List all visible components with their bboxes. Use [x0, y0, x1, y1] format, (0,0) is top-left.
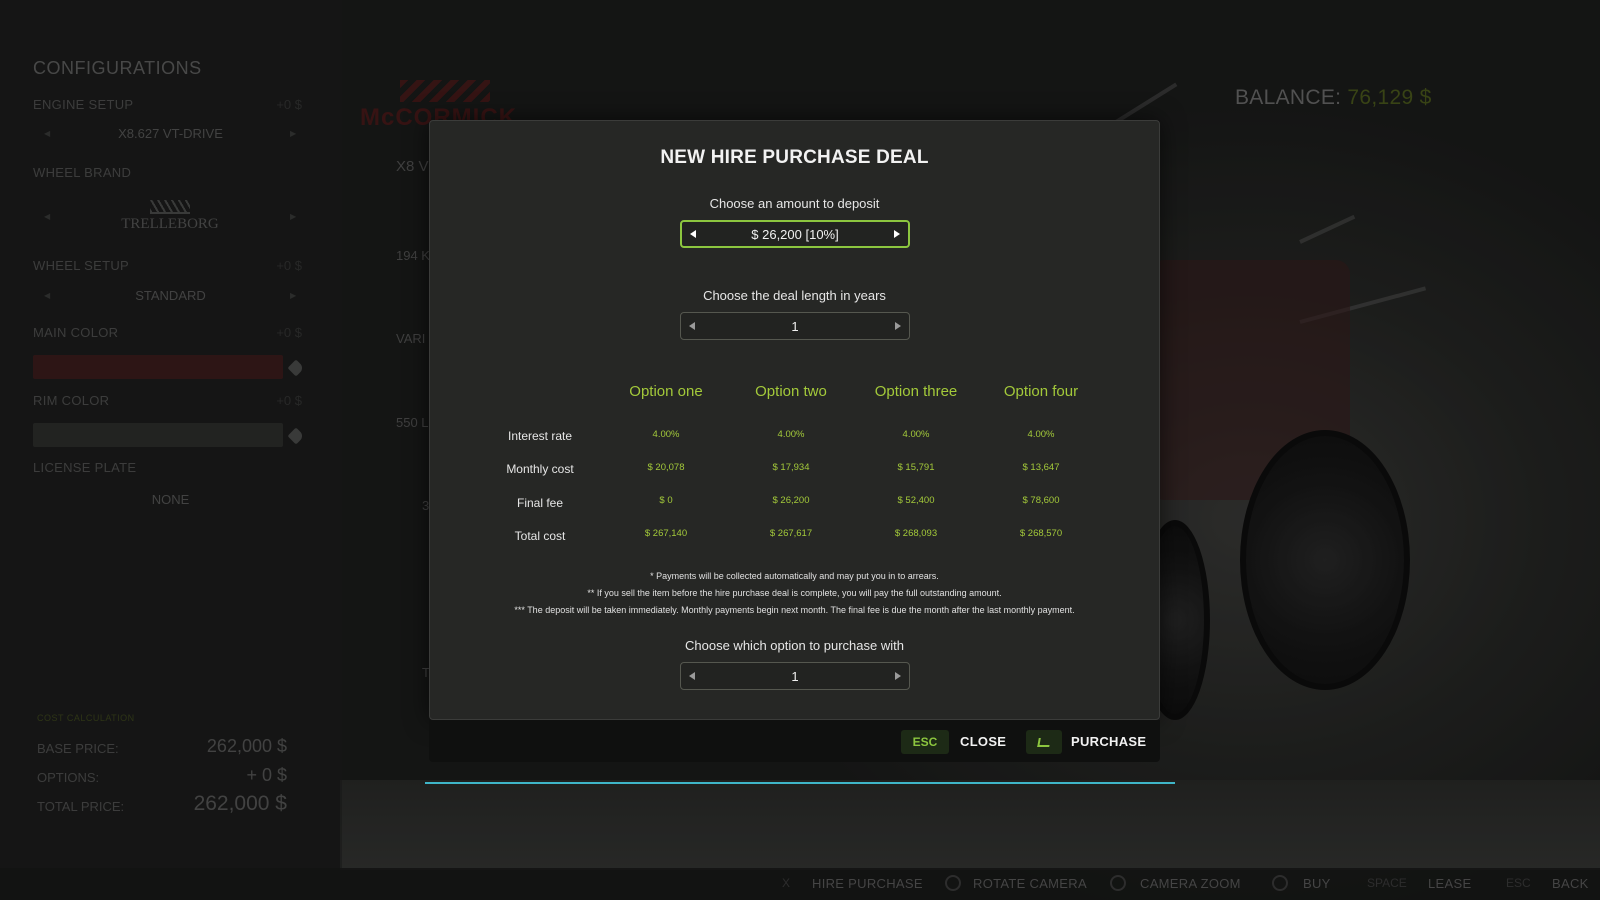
deposit-value: $ 26,200 [10%]	[751, 226, 839, 242]
footnote: *** The deposit will be taken immediatel…	[514, 605, 1075, 615]
deposit-selector[interactable]: $ 26,200 [10%]	[680, 220, 910, 248]
total-cost-label: Total cost	[514, 529, 566, 543]
final-fee-label: Final fee	[516, 496, 564, 510]
table-cell: 4.00%	[652, 429, 680, 440]
option-header: Option four	[1003, 383, 1079, 400]
footnote: ** If you sell the item before the hire …	[587, 588, 1002, 598]
option-header: Option one	[629, 383, 703, 400]
deal-length-value: 1	[791, 318, 799, 334]
table-cell: $ 78,600	[1022, 495, 1060, 506]
table-cell: $ 268,093	[894, 528, 938, 539]
table-cell: $ 267,617	[769, 528, 813, 539]
table-cell: $ 20,078	[647, 462, 685, 473]
table-cell: 4.00%	[777, 429, 805, 440]
table-cell: $ 15,791	[897, 462, 935, 473]
deposit-label: Choose an amount to deposit	[709, 196, 880, 211]
length-next-arrow-icon[interactable]	[895, 322, 901, 330]
dialog-accent-line	[425, 782, 1175, 784]
deal-length-selector[interactable]: 1	[680, 312, 910, 340]
table-cell: $ 17,934	[772, 462, 810, 473]
esc-key-badge[interactable]: ESC	[901, 730, 949, 754]
table-cell: $ 0	[659, 495, 673, 506]
deal-length-label: Choose the deal length in years	[703, 288, 886, 303]
table-cell: 4.00%	[902, 429, 930, 440]
purchase-option-selector[interactable]: 1	[680, 662, 910, 690]
table-cell: $ 13,647	[1022, 462, 1060, 473]
option-next-arrow-icon[interactable]	[895, 672, 901, 680]
monthly-cost-label: Monthly cost	[506, 462, 574, 476]
option-header: Option three	[874, 383, 958, 400]
option-header: Option two	[755, 383, 827, 400]
footnote: * Payments will be collected automatical…	[650, 571, 939, 581]
enter-key-icon	[1037, 737, 1051, 747]
table-cell: $ 267,140	[644, 528, 688, 539]
dialog-title: NEW HIRE PURCHASE DEAL	[660, 147, 929, 168]
table-cell: 4.00%	[1027, 429, 1055, 440]
hire-purchase-dialog: NEW HIRE PURCHASE DEAL Choose an amount …	[429, 120, 1160, 720]
interest-rate-label: Interest rate	[507, 429, 573, 443]
table-cell: $ 52,400	[897, 495, 935, 506]
table-cell: $ 26,200	[772, 495, 810, 506]
dialog-button-bar: ESC CLOSE PURCHASE	[429, 720, 1160, 762]
close-button[interactable]: CLOSE	[960, 734, 1006, 749]
purchase-button[interactable]: PURCHASE	[1071, 734, 1146, 749]
table-cell: $ 268,570	[1019, 528, 1063, 539]
purchase-key-badge[interactable]	[1026, 730, 1062, 754]
purchase-option-label: Choose which option to purchase with	[685, 638, 904, 653]
deposit-next-arrow-icon[interactable]	[894, 230, 900, 238]
purchase-option-value: 1	[791, 668, 799, 684]
